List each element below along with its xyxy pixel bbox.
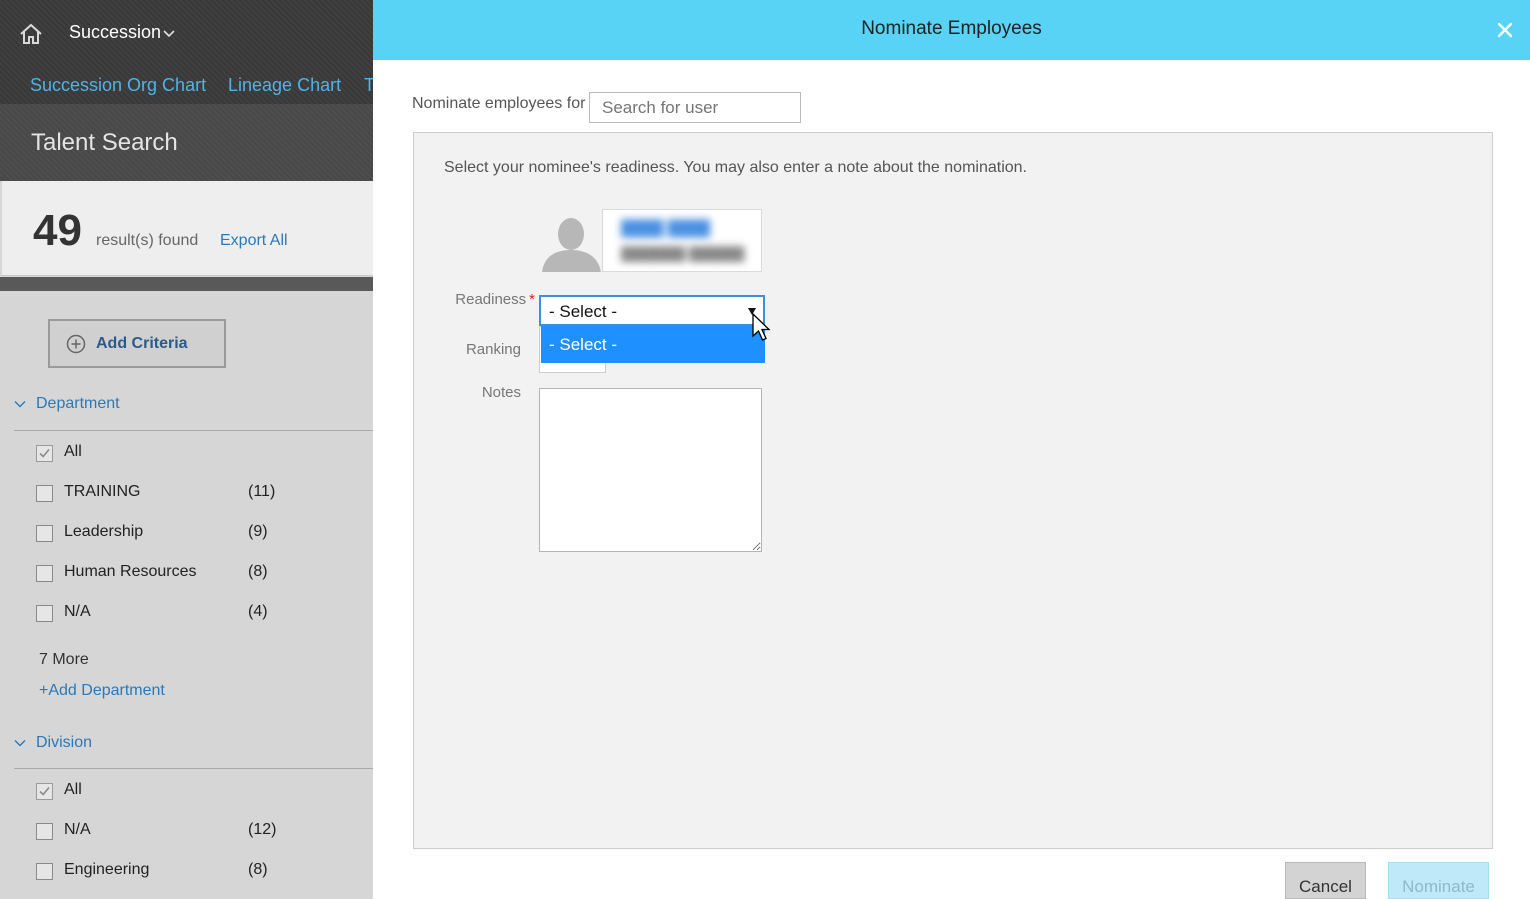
user-search-input[interactable] (589, 92, 801, 123)
nav-link-lineage-chart[interactable]: Lineage Chart (228, 75, 341, 96)
dialog-title: Nominate Employees (861, 18, 1042, 39)
filter-option-label: N/A (64, 603, 91, 620)
chevron-down-icon[interactable] (162, 26, 176, 40)
division-section-header[interactable]: Division (14, 734, 92, 752)
filter-option-count: (8) (248, 563, 268, 580)
department-section-header[interactable]: Department (14, 395, 120, 413)
checkbox[interactable] (36, 565, 53, 582)
checkbox[interactable] (36, 605, 53, 622)
filter-option-label: All (64, 781, 82, 798)
checkbox[interactable] (36, 863, 53, 880)
readiness-selected-value: - Select - (549, 302, 618, 321)
nominee-title-blurred: ███████ ██████ (621, 246, 745, 261)
checkbox[interactable] (36, 823, 53, 840)
avatar-placeholder-icon (540, 210, 603, 272)
mouse-pointer-icon (752, 313, 771, 341)
filter-option-count: (8) (248, 861, 268, 878)
filter-panel (0, 291, 373, 899)
required-marker: * (529, 291, 535, 308)
dropdown-option-label: - Select - (549, 335, 618, 354)
filter-option-label: TRAINING (64, 483, 141, 500)
chevron-down-icon (14, 400, 26, 408)
nominee-name-blurred: ████ ████ (621, 220, 711, 237)
home-icon[interactable] (18, 21, 44, 47)
filter-option-count: (9) (248, 523, 268, 540)
section-divider (14, 768, 373, 769)
department-section-title: Department (36, 395, 120, 412)
close-icon[interactable] (1495, 20, 1515, 40)
checkbox[interactable] (36, 525, 53, 542)
add-circle-icon (66, 334, 86, 354)
checkbox-checked[interactable] (36, 445, 53, 462)
division-section-title: Division (36, 734, 93, 751)
filter-option-label: N/A (64, 821, 91, 838)
notes-label: Notes (481, 384, 521, 401)
readiness-select[interactable]: - Select - (539, 295, 765, 326)
instructions-text: Select your nominee's readiness. You may… (444, 159, 1027, 176)
filter-option-label: All (64, 443, 82, 460)
checkbox-checked[interactable] (36, 783, 53, 800)
filter-option-label: Human Resources (64, 563, 197, 580)
filter-option-count: (11) (248, 483, 276, 500)
add-criteria-label: Add Criteria (96, 335, 188, 352)
page-title: Talent Search (31, 129, 178, 156)
nav-link-succession-org-chart[interactable]: Succession Org Chart (30, 75, 206, 96)
divider (0, 277, 373, 291)
chevron-down-icon (14, 739, 26, 747)
results-count: 49 (33, 206, 82, 255)
show-more-link[interactable]: 7 More (39, 651, 89, 669)
add-criteria-button[interactable]: Add Criteria (48, 319, 226, 368)
nominate-for-label: Nominate employees for (412, 95, 586, 112)
results-label: result(s) found (96, 232, 199, 249)
readiness-dropdown-option[interactable]: - Select - (541, 326, 765, 363)
filter-option-count: (12) (248, 821, 277, 838)
filter-option-count: (4) (248, 603, 268, 620)
section-divider (14, 430, 373, 431)
add-department-link[interactable]: +Add Department (39, 682, 165, 700)
talent-search-page: Succession Succession Org Chart Lineage … (0, 0, 373, 899)
nav-link-truncated[interactable]: T (364, 75, 373, 97)
filter-option-label: Engineering (64, 861, 150, 878)
export-all-link[interactable]: Export All (220, 232, 288, 250)
app-module-title[interactable]: Succession (69, 22, 161, 43)
filter-option-label: Leadership (64, 523, 144, 540)
nominate-button[interactable]: Nominate (1388, 862, 1489, 899)
notes-textarea[interactable] (539, 388, 762, 552)
nominee-card: ████ ████ ███████ ██████ (602, 209, 762, 272)
nominate-employees-dialog: Nominate Employees Nominate employees fo… (373, 0, 1530, 899)
cancel-button[interactable]: Cancel (1285, 862, 1366, 899)
readiness-label: Readiness * (455, 291, 535, 308)
checkbox[interactable] (36, 485, 53, 502)
ranking-label: Ranking (465, 341, 521, 358)
